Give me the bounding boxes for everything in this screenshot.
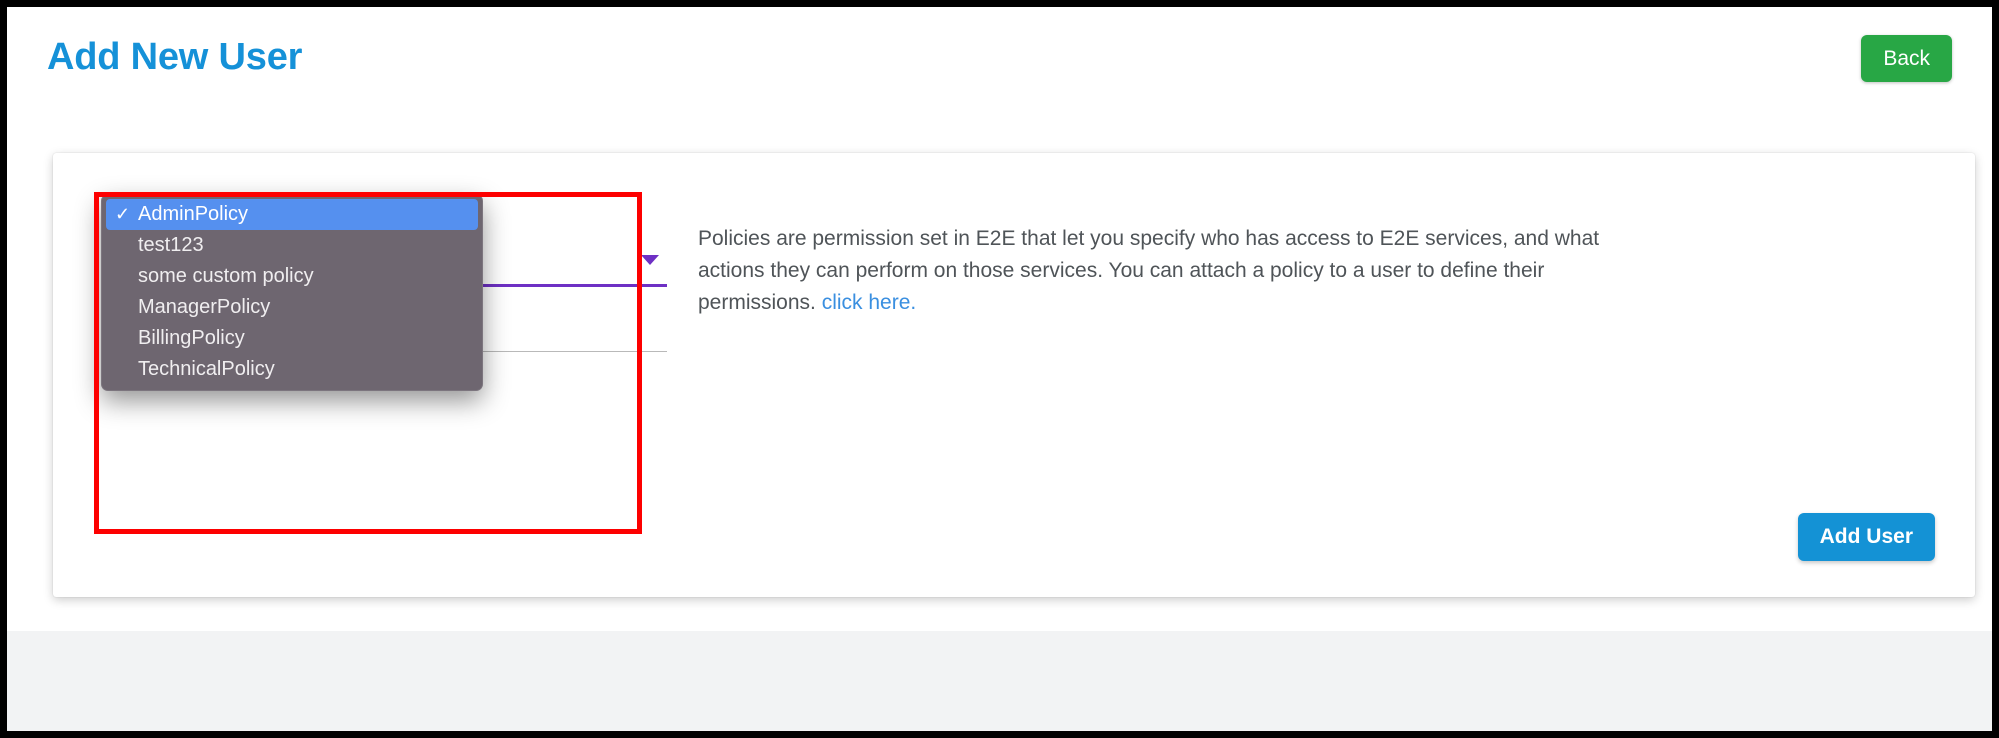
add-user-button[interactable]: Add User [1797, 513, 1935, 561]
menu-item-label: ManagerPolicy [138, 296, 271, 318]
policy-description: Policies are permission set in E2E that … [698, 223, 1638, 319]
add-user-card: AdminPolicy ✓ AdminPolicy ✓ test123 ✓ [53, 153, 1975, 597]
screenshot-frame: Add New User Back AdminPolicy ✓ AdminPol… [0, 0, 1999, 738]
page-title: Add New User [47, 36, 303, 78]
menu-item-test123[interactable]: ✓ test123 [106, 230, 478, 261]
menu-item-label: TechnicalPolicy [138, 358, 275, 380]
chevron-down-icon[interactable] [641, 255, 659, 265]
menu-item-label: some custom policy [138, 265, 314, 287]
menu-item-some-custom-policy[interactable]: ✓ some custom policy [106, 261, 478, 292]
policy-dropdown-menu[interactable]: ✓ AdminPolicy ✓ test123 ✓ some custom po… [101, 194, 483, 391]
menu-item-admin-policy[interactable]: ✓ AdminPolicy [106, 199, 478, 230]
back-button[interactable]: Back [1861, 35, 1952, 82]
page-header: Add New User Back [7, 7, 1992, 117]
menu-item-label: AdminPolicy [138, 203, 249, 225]
menu-item-manager-policy[interactable]: ✓ ManagerPolicy [106, 292, 478, 323]
menu-item-technical-policy[interactable]: ✓ TechnicalPolicy [106, 354, 478, 385]
app-viewport: Add New User Back AdminPolicy ✓ AdminPol… [7, 7, 1992, 731]
check-icon: ✓ [115, 204, 131, 224]
page-background-area [7, 631, 1992, 731]
page-surface: Add New User Back AdminPolicy ✓ AdminPol… [7, 7, 1992, 631]
menu-item-label: test123 [138, 234, 204, 256]
policy-docs-link[interactable]: click here. [822, 291, 917, 314]
menu-item-label: BillingPolicy [138, 327, 245, 349]
menu-item-billing-policy[interactable]: ✓ BillingPolicy [106, 323, 478, 354]
